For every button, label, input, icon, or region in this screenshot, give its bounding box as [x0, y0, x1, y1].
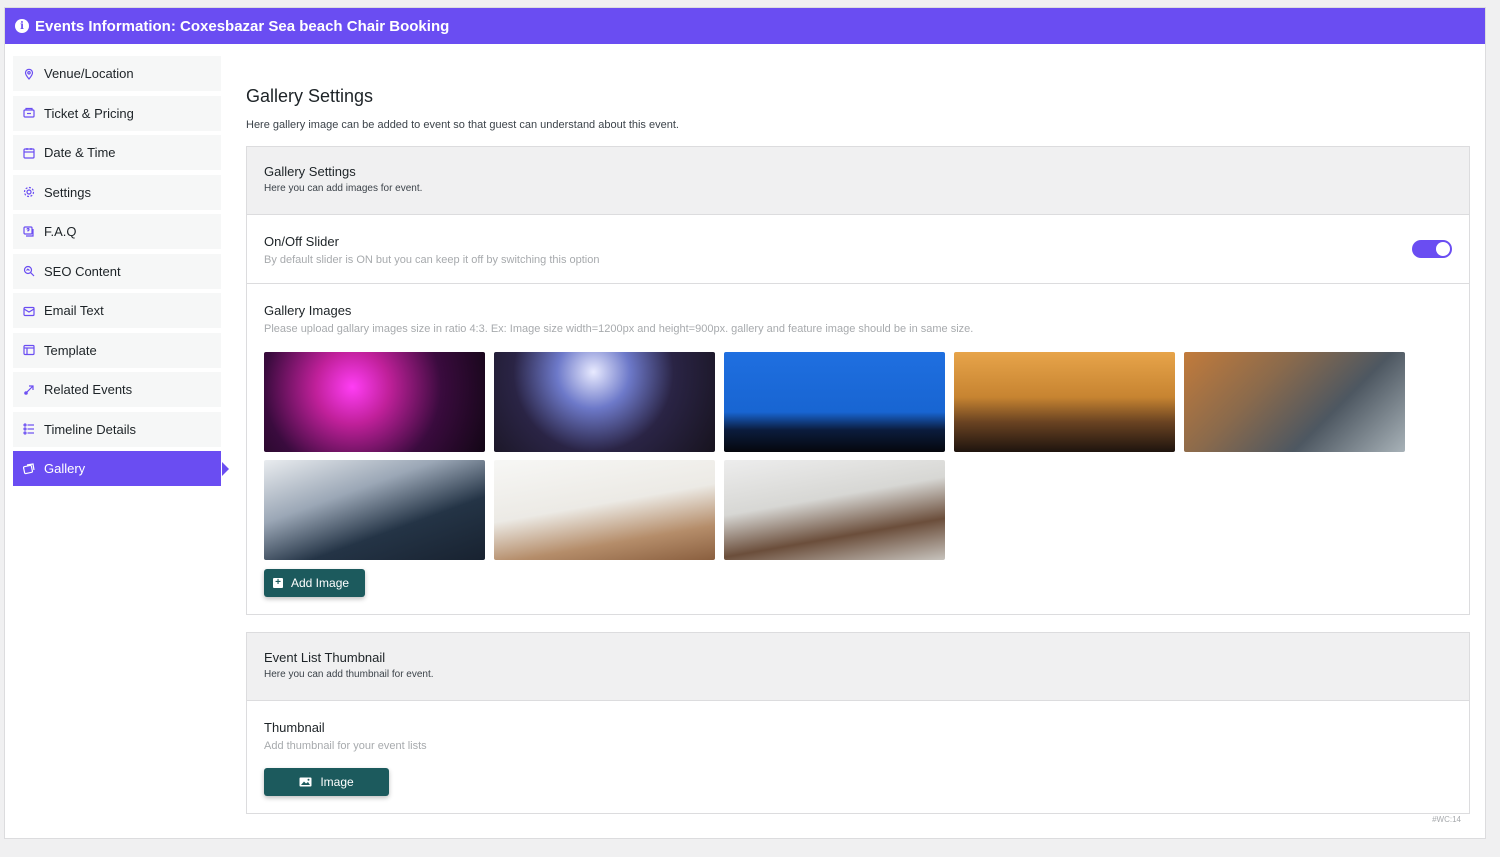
slider-setting-description: By default slider is ON but you can keep… — [264, 254, 600, 266]
thumbnail-description: Add thumbnail for your event lists — [264, 740, 427, 752]
version-label: #WC:14 — [1432, 815, 1461, 824]
section-description: Here you can add thumbnail for event. — [264, 669, 434, 680]
email-icon — [23, 305, 35, 317]
sidebar-item-label: Ticket & Pricing — [44, 105, 134, 121]
add-image-button[interactable]: + Add Image — [264, 569, 366, 597]
gallery-image[interactable] — [264, 460, 485, 560]
main-content: Gallery Settings Here gallery image can … — [246, 86, 1470, 831]
sidebar-item-label: Venue/Location — [44, 66, 134, 81]
sidebar-item-faq[interactable]: F.A.Q — [13, 214, 221, 249]
sidebar-item-label: Date & Time — [44, 145, 116, 160]
slider-toggle[interactable] — [1412, 240, 1452, 258]
gallery-image-grid — [264, 352, 1414, 568]
sidebar-item-template[interactable]: Template — [13, 332, 221, 368]
section-title: Gallery Settings — [264, 164, 356, 179]
calendar-icon — [23, 147, 35, 159]
gallery-image[interactable] — [1184, 352, 1405, 452]
panel-title: Events Information: Coxesbazar Sea beach… — [35, 17, 450, 35]
sidebar-item-ticket-pricing[interactable]: Ticket & Pricing — [13, 95, 221, 131]
event-settings-panel: i Events Information: Coxesbazar Sea bea… — [4, 7, 1486, 839]
sidebar-item-label: Timeline Details — [44, 421, 136, 437]
plus-square-icon: + — [273, 578, 283, 588]
sidebar-item-venue-location[interactable]: Venue/Location — [13, 56, 221, 91]
location-pin-icon — [23, 68, 35, 80]
gallery-images-row: Gallery Images Please upload gallary ima… — [247, 284, 1469, 614]
sidebar-item-date-time[interactable]: Date & Time — [13, 135, 221, 170]
timeline-icon — [23, 423, 35, 435]
thumbnail-title: Thumbnail — [264, 720, 325, 735]
gallery-icon — [23, 462, 35, 475]
info-icon: i — [15, 19, 29, 33]
panel-header: i Events Information: Coxesbazar Sea bea… — [5, 8, 1485, 44]
sidebar-item-timeline-details[interactable]: Timeline Details — [13, 411, 221, 447]
template-icon — [23, 344, 35, 356]
gallery-image[interactable] — [494, 352, 715, 452]
add-image-label: Add Image — [291, 576, 350, 590]
event-list-thumbnail-box: Event List Thumbnail Here you can add th… — [246, 632, 1470, 814]
sidebar-item-label: Email Text — [44, 303, 104, 318]
sidebar-item-label: Template — [44, 342, 97, 358]
gallery-images-title: Gallery Images — [264, 303, 352, 318]
gallery-image[interactable] — [264, 352, 485, 452]
gallery-images-description: Please upload gallary images size in rat… — [264, 323, 974, 335]
thumbnail-section-header: Event List Thumbnail Here you can add th… — [247, 633, 1469, 701]
gallery-image[interactable] — [724, 460, 945, 560]
sidebar-item-related-events[interactable]: Related Events — [13, 372, 221, 407]
faq-icon — [23, 225, 35, 238]
sidebar-item-seo-content[interactable]: SEO Content — [13, 253, 221, 289]
gallery-image[interactable] — [724, 352, 945, 452]
thumbnail-image-button[interactable]: Image — [264, 768, 389, 796]
sidebar-item-gallery[interactable]: Gallery — [13, 451, 229, 486]
gear-icon — [23, 186, 35, 198]
sidebar-item-label: SEO Content — [44, 263, 121, 279]
section-description: Here you can add images for event. — [264, 183, 423, 194]
sidebar-item-email-text[interactable]: Email Text — [13, 293, 221, 328]
sidebar-item-label: F.A.Q — [44, 224, 77, 239]
image-button-label: Image — [320, 775, 354, 789]
slider-setting-title: On/Off Slider — [264, 234, 339, 249]
page-description: Here gallery image can be added to event… — [246, 119, 679, 131]
settings-sidebar: Venue/Location Ticket & Pricing Date & T… — [13, 56, 229, 491]
thumbnail-row: Thumbnail Add thumbnail for your event l… — [247, 701, 1469, 813]
gallery-settings-header: Gallery Settings Here you can add images… — [247, 147, 1469, 215]
gallery-image[interactable] — [954, 352, 1175, 452]
gallery-settings-box: Gallery Settings Here you can add images… — [246, 146, 1470, 615]
gallery-image[interactable] — [494, 460, 715, 560]
page-title: Gallery Settings — [246, 86, 374, 106]
sidebar-item-label: Gallery — [44, 461, 86, 476]
ticket-icon — [23, 107, 35, 119]
section-title: Event List Thumbnail — [264, 650, 386, 665]
seo-search-icon — [23, 265, 35, 277]
sidebar-item-label: Related Events — [44, 382, 133, 397]
sidebar-item-label: Settings — [44, 184, 91, 200]
slider-setting-row: On/Off Slider By default slider is ON bu… — [247, 215, 1469, 284]
related-events-icon — [23, 384, 35, 396]
image-icon — [299, 777, 312, 787]
sidebar-item-settings[interactable]: Settings — [13, 174, 221, 210]
